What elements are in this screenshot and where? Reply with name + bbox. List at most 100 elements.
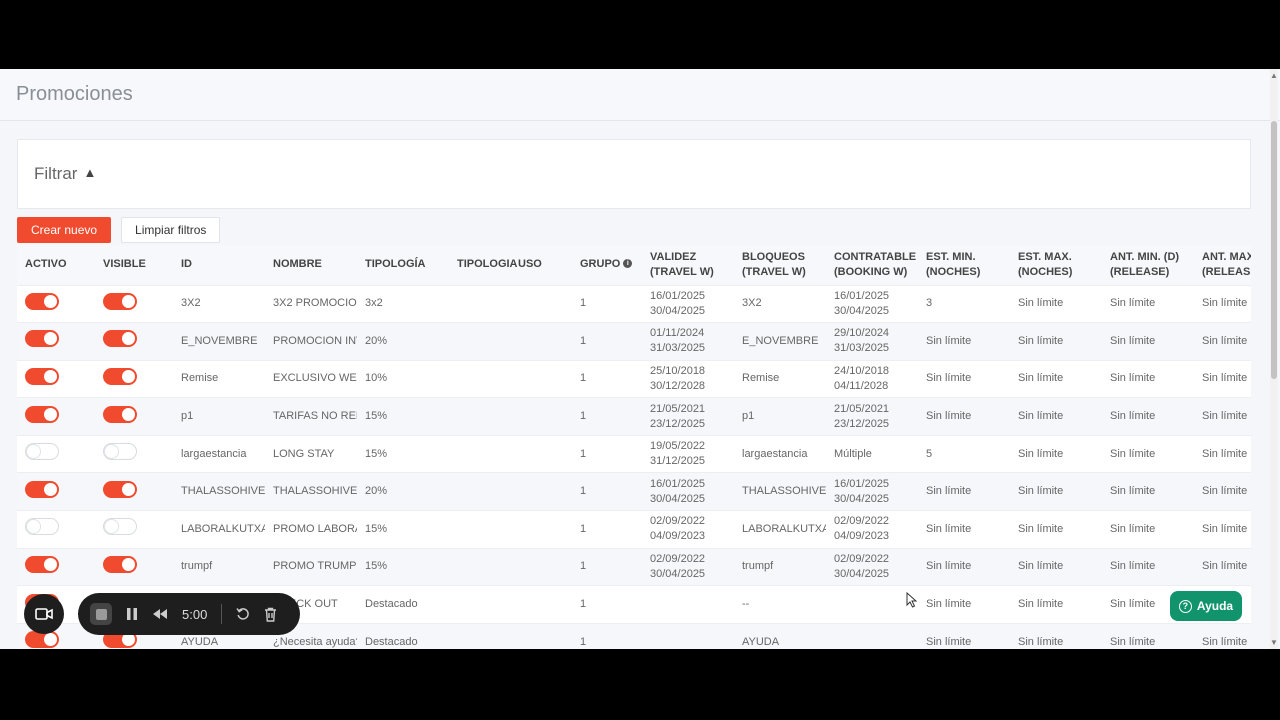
cell-uso (510, 284, 572, 323)
table-row[interactable]: p1 TARIFAS NO REE 15% 1 21/05/2021 23/12/202… (17, 397, 1251, 436)
cell-est_min: Sin límite (918, 397, 1010, 436)
info-icon[interactable]: i (623, 259, 633, 269)
table-row[interactable]: THALASSOHIVER THALASSOHIVER 20% 1 16/01/2025… (17, 472, 1251, 511)
column-header[interactable]: CONTRATABLE (BOOKING W) (826, 245, 918, 285)
stop-button[interactable] (90, 603, 112, 625)
cell-validez: 01/11/2024 31/03/2025 (642, 322, 734, 361)
column-header-label: ANT. MIN. (D) (RELEASE) (1110, 250, 1180, 278)
chevron-up-icon[interactable]: ▲ (83, 165, 96, 180)
cell-ant_max: Sin límite (1194, 284, 1251, 323)
camera-icon (35, 608, 53, 620)
screen-recorder: 5:00 (24, 593, 300, 635)
column-header-label: VISIBLE (103, 258, 146, 271)
toggle-cell (95, 322, 173, 361)
scroll-thumb[interactable] (1271, 121, 1277, 379)
page-header: Promociones (0, 69, 1280, 121)
visible-toggle[interactable] (103, 518, 137, 536)
cell-tipologia2 (449, 284, 510, 323)
cell-est_min: Sin límite (918, 510, 1010, 549)
column-header[interactable]: TIPOLOGÍA (357, 245, 449, 285)
activo-toggle[interactable] (25, 367, 59, 385)
toggle-cell (95, 397, 173, 436)
cell-est_max: Sin límite (1010, 510, 1102, 549)
table-row[interactable]: LABORALKUTXAPROMO LABORAL15%102/09/2022 … (17, 510, 1251, 549)
visible-toggle[interactable] (103, 443, 137, 461)
action-bar: Crear nuevo Limpiar filtros (17, 217, 221, 243)
activo-toggle[interactable] (25, 443, 59, 461)
toggle-cell (17, 322, 95, 361)
toggle-cell (95, 547, 173, 586)
column-header-label: BLOQUEOS (TRAVEL W) (742, 250, 806, 278)
rewind-icon[interactable] (152, 608, 168, 620)
column-header[interactable]: VALIDEZ (TRAVEL W) (642, 245, 734, 285)
cell-est_min: Sin límite (918, 359, 1010, 398)
activo-toggle[interactable] (25, 330, 59, 348)
cell-id: LABORALKUTXA (173, 510, 265, 549)
pause-icon[interactable] (126, 607, 138, 621)
cell-bloqueos: AYUDA (734, 622, 826, 649)
column-header-label: CONTRATABLE (BOOKING W) (834, 250, 917, 278)
visible-toggle[interactable] (103, 367, 137, 385)
table-row[interactable]: E_NOVEMBRE PROMOCION INV 20% 1 01/11/2024 31… (17, 322, 1251, 361)
filter-panel[interactable]: Filtrar ▲ (17, 139, 1251, 209)
cell-grupo: 1 (572, 472, 642, 511)
column-header[interactable]: ID (173, 245, 265, 285)
cell-id: THALASSOHIVER (173, 472, 265, 511)
column-header[interactable]: BLOQUEOS (TRAVEL W) (734, 245, 826, 285)
create-new-button[interactable]: Crear nuevo (17, 217, 112, 243)
cell-nombre: THALASSOHIVER (265, 472, 357, 511)
restart-icon[interactable] (236, 607, 250, 621)
cell-tipologia2 (449, 322, 510, 361)
column-header[interactable]: TIPOLOGIA (449, 245, 518, 285)
visible-toggle[interactable] (103, 405, 137, 423)
activo-toggle[interactable] (25, 555, 59, 573)
table-row[interactable]: trumpf PROMO TRUMPF 15% 1 02/09/2022 30/04/2… (17, 547, 1251, 586)
activo-toggle[interactable] (25, 518, 59, 536)
cell-est_max: Sin límite (1010, 322, 1102, 361)
toggle-knob (122, 557, 135, 571)
visible-toggle[interactable] (103, 292, 137, 310)
cell-uso (510, 585, 572, 624)
column-header[interactable]: ANT. MAX. (RELEASE (1194, 245, 1251, 285)
cell-tipologia: 20% (357, 322, 449, 361)
column-header-label: TIPOLOGÍA (365, 258, 426, 271)
column-header[interactable]: NOMBRE (265, 245, 357, 285)
toggle-cell (17, 434, 95, 473)
scroll-down-icon[interactable]: ▼ (1270, 638, 1278, 647)
trash-icon[interactable] (264, 607, 277, 622)
toggle-cell (95, 510, 173, 549)
cell-uso (510, 472, 572, 511)
toggle-knob (44, 332, 57, 346)
table-row[interactable]: Remise EXCLUSIVO WEB 10% 1 25/10/2018 30/12/… (17, 359, 1251, 398)
visible-toggle[interactable] (103, 555, 137, 573)
visible-toggle[interactable] (103, 330, 137, 348)
cell-est_min: Sin límite (918, 472, 1010, 511)
vertical-scrollbar[interactable]: ▲ ▼ (1270, 69, 1278, 649)
cell-contratable (826, 585, 918, 624)
table-row[interactable]: largaestancia LONG STAY 15% 1 19/05/2022 31/… (17, 434, 1251, 473)
column-header[interactable]: GRUPO i (572, 245, 642, 285)
column-header[interactable]: VISIBLE (95, 245, 173, 285)
recording-time: 5:00 (182, 606, 208, 622)
cell-nombre: PROMO LABORAL (265, 510, 357, 549)
table-row[interactable]: 3X2 3X2 PROMOCION 3x2 1 16/01/2025 30/04/202… (17, 284, 1251, 323)
column-header[interactable]: EST. MAX. (NOCHES) (1010, 245, 1102, 285)
clear-filters-button[interactable]: Limpiar filtros (121, 217, 221, 243)
column-header[interactable]: ACTIVO (17, 245, 95, 285)
cell-est_max: Sin límite (1010, 622, 1102, 649)
cell-contratable: Múltiple (826, 434, 918, 473)
cell-ant_max: Sin límite (1194, 322, 1251, 361)
column-header[interactable]: USO (510, 245, 572, 285)
toggle-knob (122, 294, 135, 308)
camera-button[interactable] (24, 594, 64, 634)
scroll-up-icon[interactable]: ▲ (1270, 71, 1278, 80)
activo-toggle[interactable] (25, 292, 59, 310)
help-button[interactable]: ? Ayuda (1170, 591, 1242, 621)
activo-toggle[interactable] (25, 480, 59, 498)
toggle-knob (105, 445, 118, 459)
column-header[interactable]: ANT. MIN. (D) (RELEASE) (1102, 245, 1194, 285)
visible-toggle[interactable] (103, 480, 137, 498)
column-header[interactable]: EST. MIN. (NOCHES) (918, 245, 1010, 285)
cell-ant_min: Sin límite (1102, 397, 1194, 436)
activo-toggle[interactable] (25, 405, 59, 423)
